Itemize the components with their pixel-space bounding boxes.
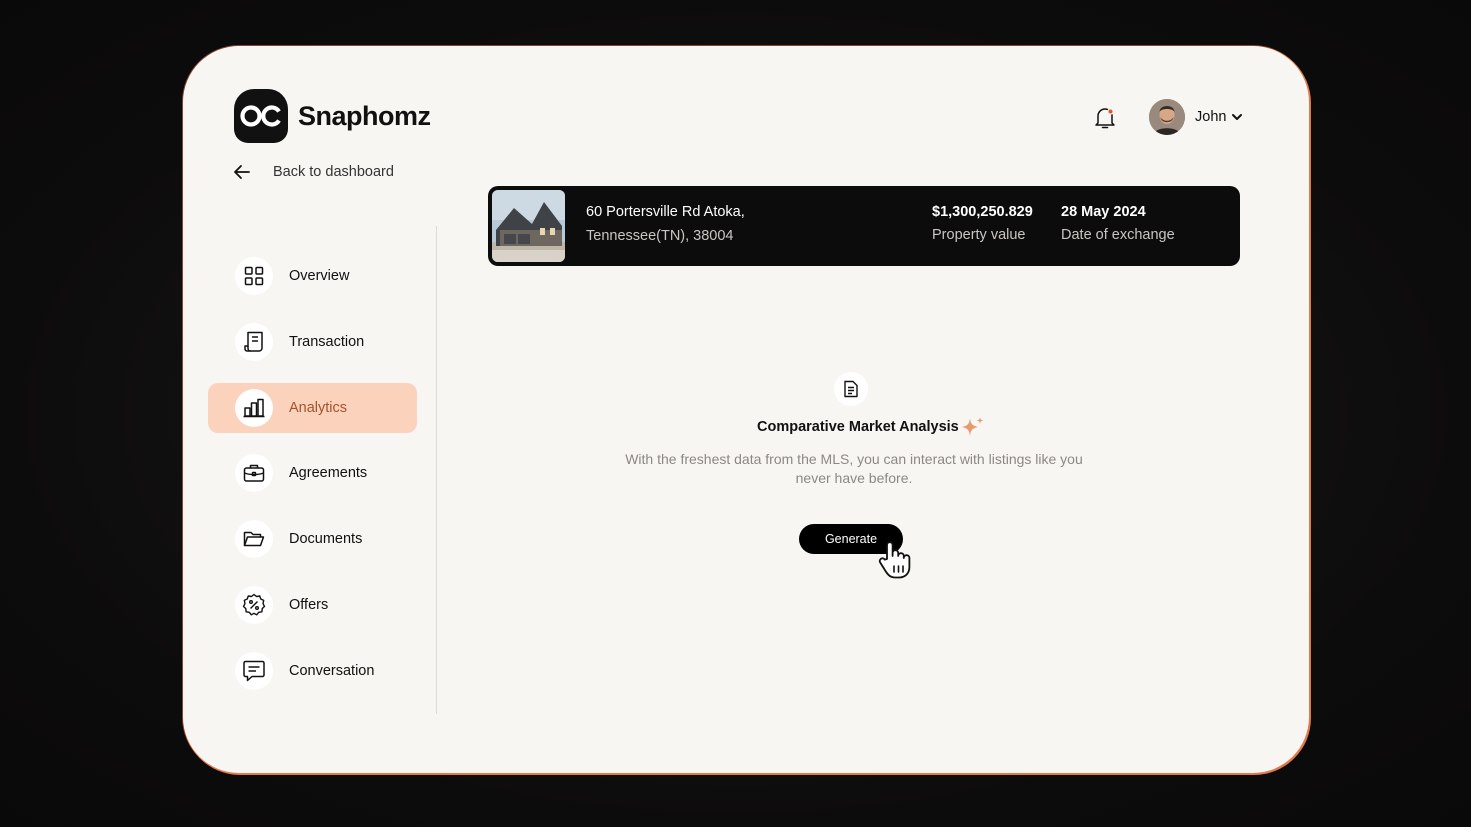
sidebar-item-overview[interactable]: Overview [208,251,417,301]
percent-badge-icon [235,585,273,624]
sidebar-item-analytics[interactable]: Analytics [208,382,417,433]
exchange-date: 28 May 2024 [1061,204,1146,220]
cma-description: With the freshest data from the MLS, you… [625,451,1083,486]
property-address-line2: Tennessee(TN), 38004 [586,228,734,244]
sidebar-item-transaction[interactable]: Transaction [208,317,417,367]
property-address-line1: 60 Portersville Rd Atoka, [586,204,745,220]
sidebar-item-agreements[interactable]: Agreements [208,448,417,498]
cma-title: Comparative Market Analysis [757,419,959,435]
sidebar-item-label: Offers [289,596,329,613]
sidebar-item-label: Overview [289,268,350,284]
property-value: $1,300,250.829 [932,204,1033,220]
sidebar-item-label: Transaction [289,333,365,350]
sidebar-item-label: Agreements [289,465,368,482]
folder-icon [235,520,273,559]
logo-mark-icon [234,89,288,143]
back-to-dashboard-label: Back to dashboard [273,164,394,180]
user-name: John [1195,109,1227,125]
grid-icon [235,257,273,295]
sparkle-icon [962,417,984,436]
sidebar-item-label: Analytics [289,399,348,416]
briefcase-icon [235,454,273,493]
exchange-date-label: Date of exchange [1061,227,1175,243]
sidebar-item-label: Conversation [289,662,375,679]
property-value-label: Property value [932,227,1026,243]
sidebar-nav: Overview Transaction Analytics Agreement… [208,251,417,712]
sidebar-item-documents[interactable]: Documents [208,514,417,564]
receipt-icon [235,322,273,361]
sidebar-divider [436,226,437,714]
property-image [492,190,565,262]
chevron-down-icon [1232,114,1243,120]
sidebar-item-conversation[interactable]: Conversation [208,646,417,696]
user-menu[interactable]: John [1149,99,1243,135]
property-card[interactable]: 60 Portersville Rd Atoka, Tennessee(TN),… [488,186,1240,266]
notifications-button[interactable] [1094,106,1116,135]
app-name: Snaphomz [298,100,431,131]
app-window: Snaphomz Back to dashboard Overview Tran… [183,46,1309,773]
bar-chart-icon [235,388,273,427]
avatar [1149,99,1185,135]
message-icon [235,651,273,690]
bell-icon [1095,108,1115,129]
hand-pointer-icon [878,541,911,579]
arrow-left-icon [234,165,250,179]
sidebar-item-offers[interactable]: Offers [208,580,417,630]
sidebar-item-label: Documents [289,531,363,548]
document-icon [834,372,868,406]
app-logo[interactable]: Snaphomz [234,89,431,143]
back-to-dashboard-link[interactable]: Back to dashboard [233,164,394,180]
